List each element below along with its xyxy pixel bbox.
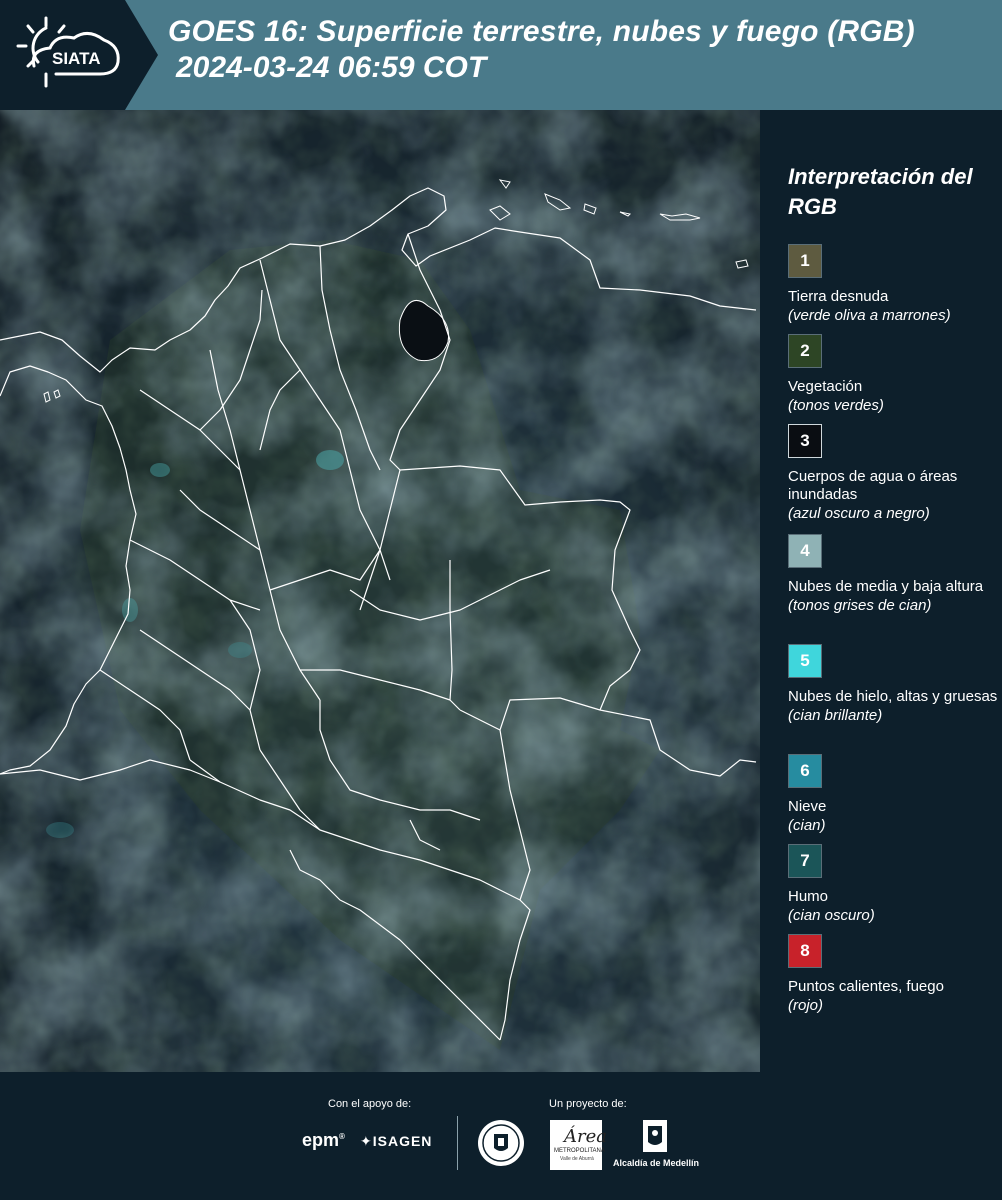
area-logo-name: METROPOLITANA — [554, 1148, 605, 1154]
legend-swatch: 4 — [788, 534, 822, 568]
legend-item-snow: 6 Nieve (cian) — [788, 754, 998, 835]
legend-swatch: 2 — [788, 334, 822, 368]
legend-label: Nubes de media y baja altura — [788, 578, 984, 595]
legend-note: (tonos grises de cian) — [788, 597, 932, 614]
rgb-legend: Interpretación del RGB 1 Tierra desnuda … — [760, 110, 1002, 1072]
legend-title: Interpretación del RGB — [788, 164, 973, 219]
legend-number: 1 — [800, 251, 810, 270]
area-logo-sub: Valle de Aburrá — [560, 1156, 594, 1162]
project-label: Un proyecto de: — [549, 1098, 627, 1110]
legend-note: (tonos verdes) — [788, 397, 884, 414]
siata-logo-text: SIATA — [52, 49, 100, 68]
legend-item-low-clouds: 4 Nubes de media y baja altura (tonos gr… — [788, 534, 998, 615]
legend-label: Humo — [788, 888, 829, 905]
legend-note: (rojo) — [788, 997, 824, 1014]
legend-swatch: 5 — [788, 644, 822, 678]
support-label: Con el apoyo de: — [328, 1098, 412, 1110]
epm-logo: epm® — [302, 1130, 345, 1150]
legend-note: (cian) — [788, 817, 826, 834]
map-svg — [0, 110, 760, 1072]
legend-number: 8 — [800, 941, 810, 960]
legend-swatch: 6 — [788, 754, 822, 788]
title-block: GOES 16: Superficie terrestre, nubes y f… — [168, 14, 998, 86]
legend-number: 7 — [800, 851, 810, 870]
legend-number: 5 — [800, 651, 810, 670]
footer-divider — [457, 1116, 458, 1170]
legend-label: Cuerpos de agua o áreas inundadas — [788, 468, 958, 503]
image-datetime: 2024-03-24 06:59 COT — [176, 51, 487, 84]
legend-swatch: 3 — [788, 424, 822, 458]
legend-swatch: 7 — [788, 844, 822, 878]
epm-logo-text: epm — [302, 1130, 340, 1150]
area-logo-script: Área — [564, 1126, 607, 1147]
alcaldia-label: Alcaldía de Medellín — [613, 1158, 700, 1168]
legend-swatch: 1 — [788, 244, 822, 278]
siata-logo: SIATA — [0, 0, 160, 110]
area-metropolitana-logo: Área METROPOLITANA Valle de Aburrá — [550, 1120, 607, 1170]
legend-label: Tierra desnuda — [788, 288, 889, 305]
legend-swatch: 8 — [788, 934, 822, 968]
legend-note: (cian oscuro) — [788, 907, 875, 924]
legend-item-vegetation: 2 Vegetación (tonos verdes) — [788, 334, 998, 415]
alcaldia-emblem-icon — [643, 1120, 667, 1152]
medellin-seal-icon — [478, 1120, 524, 1166]
legend-note: (cian brillante) — [788, 707, 883, 724]
legend-item-water: 3 Cuerpos de agua o áreas inundadas (azu… — [788, 424, 998, 523]
isagen-logo-text: ISAGEN — [372, 1133, 433, 1149]
legend-label: Puntos calientes, fuego — [788, 978, 944, 995]
footer: Con el apoyo de: Un proyecto de: epm® ✦I… — [0, 1072, 1002, 1200]
isagen-logo: ✦ISAGEN — [360, 1133, 433, 1149]
page-title: GOES 16: Superficie terrestre, nubes y f… — [168, 15, 915, 48]
legend-label: Nieve — [788, 798, 827, 815]
legend-item-smoke: 7 Humo (cian oscuro) — [788, 844, 998, 925]
legend-item-fire: 8 Puntos calientes, fuego (rojo) — [788, 934, 998, 1015]
legend-number: 3 — [800, 431, 810, 450]
legend-number: 2 — [800, 341, 810, 360]
header-bar: SIATA GOES 16: Superficie terrestre, nub… — [0, 0, 1002, 110]
legend-item-bare-soil: 1 Tierra desnuda (verde oliva a marrones… — [788, 244, 998, 325]
legend-number: 4 — [800, 541, 810, 560]
legend-number: 6 — [800, 761, 810, 780]
satellite-map — [0, 110, 760, 1072]
legend-label: Vegetación — [788, 378, 863, 395]
legend-note: (verde oliva a marrones) — [788, 307, 951, 324]
legend-note: (azul oscuro a negro) — [788, 505, 930, 522]
legend-item-ice-clouds: 5 Nubes de hielo, altas y gruesas (cian … — [788, 644, 998, 725]
legend-label: Nubes de hielo, altas y gruesas — [788, 688, 998, 705]
